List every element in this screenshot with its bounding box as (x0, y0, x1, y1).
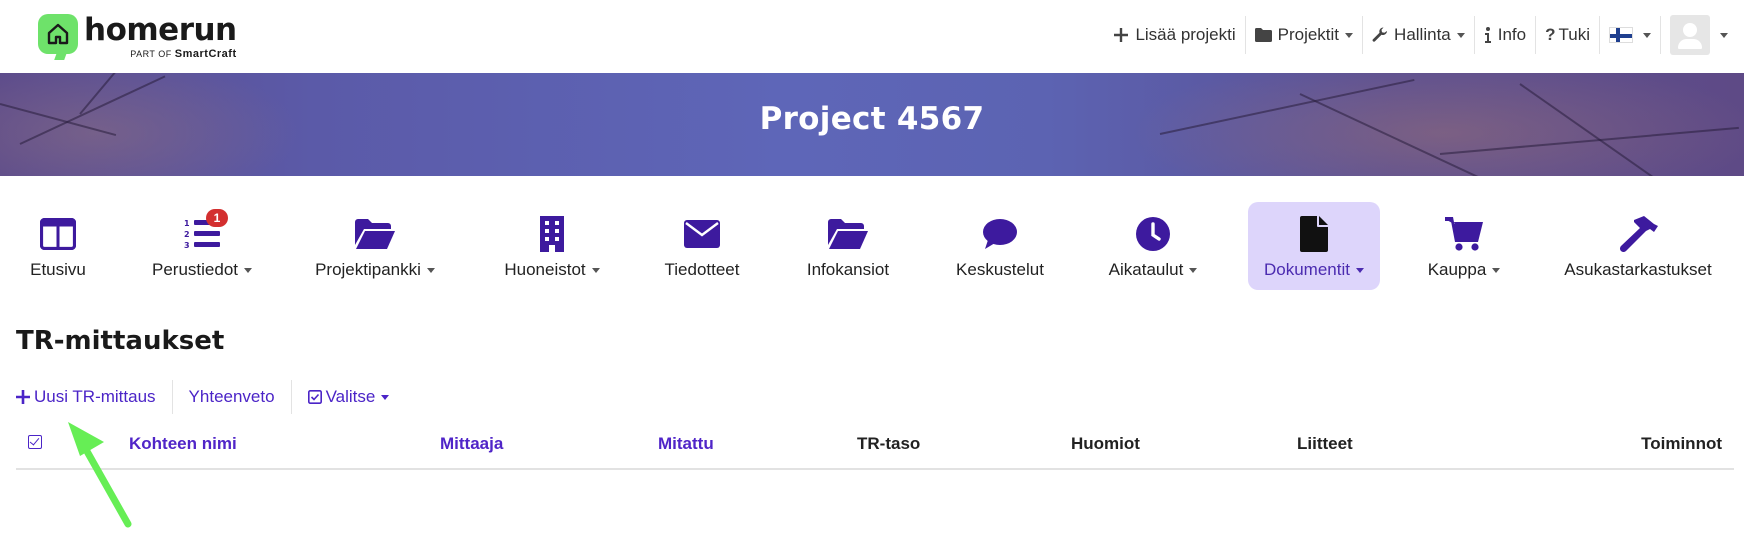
plus-icon (1113, 27, 1129, 43)
module-kauppa[interactable]: Kauppa (1414, 202, 1514, 290)
hammer-icon (1550, 214, 1726, 254)
logo-sub-brand: SmartCraft (174, 48, 237, 60)
avatar (1670, 15, 1710, 55)
column-header-toiminnot: Toiminnot (1641, 434, 1722, 453)
add-project-link[interactable]: Lisää projekti (1104, 16, 1246, 54)
action-toolbar: Uusi TR-mittaus Yhteenveto Valitse (16, 380, 405, 414)
top-nav-menu: Lisää projekti Projektit Hallinta Info ?… (1104, 15, 1728, 55)
module-infokansiot[interactable]: Infokansiot (796, 202, 900, 290)
module-label: Kauppa (1427, 260, 1487, 279)
svg-text:3: 3 (184, 241, 190, 250)
support-link[interactable]: ? Tuki (1536, 16, 1600, 54)
page-title: TR-mittaukset (16, 326, 225, 356)
info-icon (1484, 27, 1492, 43)
module-dokumentit[interactable]: Dokumentit (1248, 202, 1380, 290)
wrench-icon (1372, 27, 1388, 43)
logo-wordmark: homerun (84, 12, 237, 48)
module-perustiedot[interactable]: 1 2 3 1 Perustiedot (136, 202, 268, 290)
chevron-down-icon (1345, 32, 1354, 38)
chevron-down-icon (1720, 32, 1728, 38)
add-project-label: Lisää projekti (1135, 25, 1236, 44)
module-projektipankki[interactable]: Projektipankki (306, 202, 444, 290)
plus-icon (16, 390, 30, 404)
top-navbar: homerun PART OF SmartCraft Lisää projekt… (0, 0, 1744, 73)
homerun-logo[interactable]: homerun PART OF SmartCraft (38, 14, 237, 60)
chevron-down-icon (426, 268, 435, 274)
svg-text:2: 2 (184, 230, 190, 239)
logo-sub-prefix: PART OF (130, 49, 172, 59)
support-label: Tuki (1558, 25, 1591, 44)
new-tr-measurement-button[interactable]: Uusi TR-mittaus (16, 380, 173, 414)
folder-open-icon (796, 214, 900, 254)
project-banner: Project 4567 (0, 73, 1744, 176)
module-asukastarkastukset[interactable]: Asukastarkastukset (1550, 202, 1726, 290)
admin-label: Hallinta (1394, 25, 1451, 44)
module-keskustelut[interactable]: Keskustelut (946, 202, 1054, 290)
module-label: Asukastarkastukset (1564, 260, 1712, 279)
chevron-down-icon (591, 268, 600, 274)
question-icon: ? (1545, 25, 1556, 44)
column-header-mittaaja[interactable]: Mittaaja (440, 434, 503, 454)
ordered-list-icon: 1 2 3 1 (136, 209, 268, 254)
chevron-down-icon (244, 268, 252, 274)
select-all-checkbox[interactable] (28, 435, 42, 449)
file-icon (1248, 214, 1380, 254)
column-header-kohteen-nimi[interactable]: Kohteen nimi (129, 434, 237, 454)
info-link[interactable]: Info (1475, 16, 1537, 54)
finland-flag-icon (1609, 27, 1633, 43)
project-title: Project 4567 (759, 101, 985, 137)
chevron-down-icon (1492, 268, 1501, 274)
notification-badge: 1 (206, 209, 228, 227)
module-nav: Etusivu 1 2 3 1 Perustiedot Projektipankki… (0, 200, 1744, 292)
summary-label: Yhteenveto (188, 387, 275, 406)
module-label: Infokansiot (806, 260, 890, 279)
chevron-down-icon (381, 394, 390, 400)
svg-text:1: 1 (184, 219, 190, 228)
chevron-down-icon (1189, 268, 1198, 274)
user-menu-dropdown[interactable] (1661, 15, 1728, 55)
chevron-down-icon (1355, 268, 1364, 274)
admin-dropdown[interactable]: Hallinta (1363, 16, 1475, 54)
folder-icon (1254, 28, 1272, 42)
select-label: Valitse (325, 387, 376, 406)
language-dropdown[interactable] (1600, 16, 1661, 54)
module-label: Keskustelut (956, 260, 1044, 279)
module-label: Huoneistot (504, 260, 586, 279)
column-header-liitteet: Liitteet (1297, 434, 1353, 453)
column-header-tr-taso: TR-taso (857, 434, 921, 453)
module-label: Projektipankki (315, 260, 421, 279)
module-huoneistot[interactable]: Huoneistot (494, 202, 610, 290)
module-tiedotteet[interactable]: Tiedotteet (650, 202, 754, 290)
info-label: Info (1497, 25, 1527, 44)
module-label: Perustiedot (152, 260, 238, 279)
column-header-huomiot: Huomiot (1071, 434, 1140, 453)
summary-link[interactable]: Yhteenveto (173, 380, 292, 414)
folder-open-icon (306, 214, 444, 254)
projects-dropdown[interactable]: Projektit (1246, 16, 1364, 54)
columns-icon (14, 214, 102, 254)
module-label: Tiedotteet (664, 260, 740, 279)
chevron-down-icon (1643, 32, 1651, 38)
module-label: Dokumentit (1264, 260, 1350, 279)
module-aikataulut[interactable]: Aikataulut (1096, 202, 1210, 290)
module-label: Aikataulut (1108, 260, 1184, 279)
checkbox-icon (307, 390, 322, 404)
annotation-arrow-icon (68, 422, 132, 528)
module-etusivu[interactable]: Etusivu (14, 202, 102, 290)
tr-measurements-table: Kohteen nimi Mittaaja Mitattu TR-taso Hu… (16, 420, 1734, 470)
home-icon (38, 14, 78, 60)
column-header-mitattu[interactable]: Mitattu (658, 434, 714, 454)
select-dropdown[interactable]: Valitse (292, 380, 406, 414)
building-icon (494, 214, 610, 254)
comment-icon (946, 214, 1054, 254)
chevron-down-icon (1456, 32, 1465, 38)
new-tr-measurement-label: Uusi TR-mittaus (34, 387, 156, 406)
projects-label: Projektit (1277, 25, 1340, 44)
clock-icon (1096, 214, 1210, 254)
envelope-icon (650, 214, 754, 254)
cart-icon (1414, 214, 1514, 254)
module-label: Etusivu (30, 260, 86, 279)
